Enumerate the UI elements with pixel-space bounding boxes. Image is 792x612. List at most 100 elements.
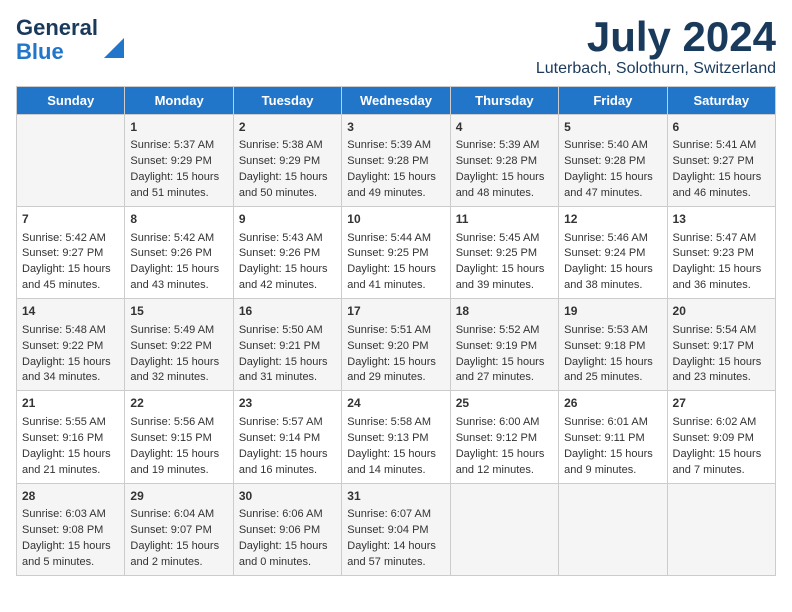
cell-text: Daylight: 15 hours: [456, 262, 553, 278]
cell-text: Sunset: 9:13 PM: [347, 431, 444, 447]
cell-text: and 16 minutes.: [239, 463, 336, 479]
cell-text: and 50 minutes.: [239, 186, 336, 202]
cell-text: Sunset: 9:22 PM: [130, 339, 227, 355]
day-number: 24: [347, 395, 444, 412]
cell-text: and 25 minutes.: [564, 370, 661, 386]
day-number: 6: [673, 119, 770, 136]
cell-text: Sunset: 9:29 PM: [239, 154, 336, 170]
cell-text: Sunset: 9:16 PM: [22, 431, 119, 447]
day-number: 4: [456, 119, 553, 136]
cell-text: Sunrise: 5:57 AM: [239, 415, 336, 431]
calendar-body: 1Sunrise: 5:37 AMSunset: 9:29 PMDaylight…: [17, 115, 776, 576]
cell-text: and 51 minutes.: [130, 186, 227, 202]
calendar-cell: 29Sunrise: 6:04 AMSunset: 9:07 PMDayligh…: [125, 483, 233, 575]
cell-text: Sunrise: 5:54 AM: [673, 323, 770, 339]
cell-text: and 12 minutes.: [456, 463, 553, 479]
day-number: 25: [456, 395, 553, 412]
cell-text: and 0 minutes.: [239, 555, 336, 571]
cell-text: Sunset: 9:14 PM: [239, 431, 336, 447]
cell-text: and 45 minutes.: [22, 278, 119, 294]
cell-text: Sunrise: 5:39 AM: [456, 138, 553, 154]
calendar-cell: 31Sunrise: 6:07 AMSunset: 9:04 PMDayligh…: [342, 483, 450, 575]
logo-text: GeneralBlue: [16, 16, 98, 64]
cell-text: Sunrise: 5:41 AM: [673, 138, 770, 154]
day-number: 31: [347, 488, 444, 505]
cell-text: Sunset: 9:28 PM: [564, 154, 661, 170]
calendar-cell: 6Sunrise: 5:41 AMSunset: 9:27 PMDaylight…: [667, 115, 775, 207]
calendar-week: 14Sunrise: 5:48 AMSunset: 9:22 PMDayligh…: [17, 299, 776, 391]
cell-text: Sunset: 9:08 PM: [22, 523, 119, 539]
cell-text: Sunrise: 5:42 AM: [130, 231, 227, 247]
cell-text: Sunset: 9:07 PM: [130, 523, 227, 539]
cell-text: and 43 minutes.: [130, 278, 227, 294]
calendar-cell: 22Sunrise: 5:56 AMSunset: 9:15 PMDayligh…: [125, 391, 233, 483]
cell-text: Daylight: 15 hours: [347, 447, 444, 463]
cell-text: Sunset: 9:11 PM: [564, 431, 661, 447]
cell-text: Daylight: 15 hours: [239, 170, 336, 186]
cell-text: Daylight: 15 hours: [347, 262, 444, 278]
cell-text: and 19 minutes.: [130, 463, 227, 479]
calendar-cell: 8Sunrise: 5:42 AMSunset: 9:26 PMDaylight…: [125, 207, 233, 299]
day-number: 23: [239, 395, 336, 412]
day-number: 13: [673, 211, 770, 228]
day-number: 27: [673, 395, 770, 412]
cell-text: Sunset: 9:25 PM: [456, 246, 553, 262]
cell-text: Daylight: 15 hours: [564, 447, 661, 463]
cell-text: Sunrise: 5:46 AM: [564, 231, 661, 247]
cell-text: Daylight: 15 hours: [456, 447, 553, 463]
day-number: 28: [22, 488, 119, 505]
day-number: 30: [239, 488, 336, 505]
cell-text: Sunrise: 6:03 AM: [22, 507, 119, 523]
day-number: 17: [347, 303, 444, 320]
cell-text: Sunset: 9:20 PM: [347, 339, 444, 355]
page-header: GeneralBlue July 2024 Luterbach, Solothu…: [16, 16, 776, 78]
calendar-cell: 28Sunrise: 6:03 AMSunset: 9:08 PMDayligh…: [17, 483, 125, 575]
calendar-cell: 19Sunrise: 5:53 AMSunset: 9:18 PMDayligh…: [559, 299, 667, 391]
day-number: 19: [564, 303, 661, 320]
cell-text: Sunrise: 6:02 AM: [673, 415, 770, 431]
cell-text: and 32 minutes.: [130, 370, 227, 386]
cell-text: and 31 minutes.: [239, 370, 336, 386]
cell-text: and 36 minutes.: [673, 278, 770, 294]
title-section: July 2024 Luterbach, Solothurn, Switzerl…: [536, 16, 776, 78]
cell-text: and 48 minutes.: [456, 186, 553, 202]
day-number: 10: [347, 211, 444, 228]
cell-text: Sunset: 9:04 PM: [347, 523, 444, 539]
cell-text: Sunrise: 5:50 AM: [239, 323, 336, 339]
cell-text: Daylight: 15 hours: [673, 262, 770, 278]
cell-text: Sunset: 9:06 PM: [239, 523, 336, 539]
day-number: 11: [456, 211, 553, 228]
cell-text: Sunrise: 6:06 AM: [239, 507, 336, 523]
cell-text: Sunrise: 5:37 AM: [130, 138, 227, 154]
calendar-cell: 23Sunrise: 5:57 AMSunset: 9:14 PMDayligh…: [233, 391, 341, 483]
cell-text: Sunset: 9:26 PM: [130, 246, 227, 262]
cell-text: and 14 minutes.: [347, 463, 444, 479]
cell-text: and 39 minutes.: [456, 278, 553, 294]
day-number: 9: [239, 211, 336, 228]
logo: GeneralBlue: [16, 16, 128, 64]
cell-text: Sunrise: 5:39 AM: [347, 138, 444, 154]
cell-text: Daylight: 15 hours: [456, 170, 553, 186]
cell-text: Sunrise: 5:45 AM: [456, 231, 553, 247]
calendar-cell: 27Sunrise: 6:02 AMSunset: 9:09 PMDayligh…: [667, 391, 775, 483]
day-number: 5: [564, 119, 661, 136]
header-day: Tuesday: [233, 87, 341, 115]
month-title: July 2024: [536, 16, 776, 58]
day-number: 22: [130, 395, 227, 412]
calendar-cell: 16Sunrise: 5:50 AMSunset: 9:21 PMDayligh…: [233, 299, 341, 391]
cell-text: and 46 minutes.: [673, 186, 770, 202]
cell-text: Daylight: 15 hours: [22, 262, 119, 278]
cell-text: Sunset: 9:15 PM: [130, 431, 227, 447]
cell-text: and 34 minutes.: [22, 370, 119, 386]
cell-text: Sunset: 9:29 PM: [130, 154, 227, 170]
day-number: 8: [130, 211, 227, 228]
calendar-cell: 2Sunrise: 5:38 AMSunset: 9:29 PMDaylight…: [233, 115, 341, 207]
cell-text: Sunrise: 6:07 AM: [347, 507, 444, 523]
calendar-cell: 25Sunrise: 6:00 AMSunset: 9:12 PMDayligh…: [450, 391, 558, 483]
cell-text: and 38 minutes.: [564, 278, 661, 294]
cell-text: and 41 minutes.: [347, 278, 444, 294]
cell-text: Sunrise: 5:58 AM: [347, 415, 444, 431]
calendar-cell: 24 Sunrise: 5:58 AMSunset: 9:13 PMDayligh…: [342, 391, 450, 483]
cell-text: Sunset: 9:23 PM: [673, 246, 770, 262]
cell-text: Daylight: 15 hours: [239, 262, 336, 278]
